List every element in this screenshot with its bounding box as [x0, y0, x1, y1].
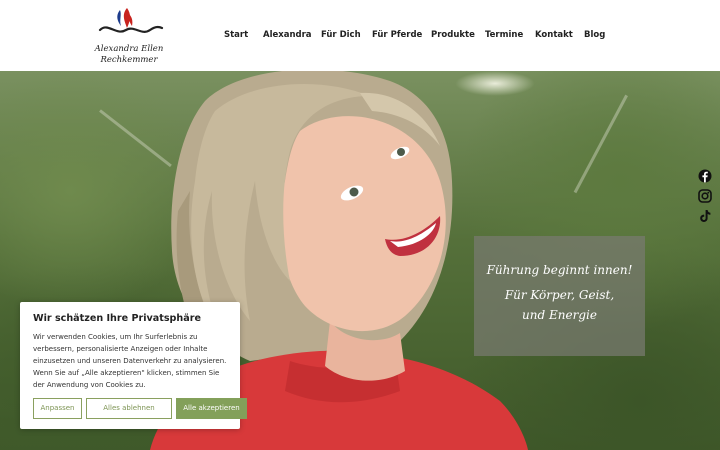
nav-item-start[interactable]: Start: [224, 27, 248, 43]
tagline-line2: Für Körper, Geist,: [504, 288, 615, 302]
cookie-title: Wir schätzen Ihre Privatsphäre: [33, 313, 201, 324]
tagline-line3: und Energie: [522, 308, 597, 322]
main-nav: Start Alexandra Für Dich Für Pferde Prod…: [0, 27, 720, 45]
nav-item-fuer-dich[interactable]: Für Dich: [321, 27, 361, 43]
nav-item-fuer-pferde[interactable]: Für Pferde: [372, 27, 422, 43]
facebook-icon[interactable]: [698, 168, 712, 183]
tagline-box: Führung beginnt innen! Für Körper, Geist…: [474, 236, 645, 356]
nav-item-termine[interactable]: Termine: [485, 27, 523, 43]
nav-item-kontakt[interactable]: Kontakt: [535, 27, 573, 43]
instagram-icon[interactable]: [698, 188, 712, 203]
cookie-consent-dialog: Wir schätzen Ihre Privatsphäre Wir verwe…: [20, 302, 247, 429]
tiktok-icon[interactable]: [698, 208, 712, 222]
logo-name-line1: Alexandra Ellen: [94, 44, 164, 54]
tagline-line1: Führung beginnt innen!: [486, 263, 633, 277]
nav-item-blog[interactable]: Blog: [584, 27, 605, 43]
logo-name-line2: Rechkemmer: [100, 55, 158, 65]
cookie-description: Wir verwenden Cookies, um Ihr Surferlebn…: [33, 333, 227, 389]
nav-item-produkte[interactable]: Produkte: [431, 27, 475, 43]
customize-cookies-button[interactable]: Anpassen: [33, 398, 82, 419]
reject-all-cookies-button[interactable]: Alles ablehnen: [86, 398, 172, 419]
nav-item-alexandra[interactable]: Alexandra: [263, 27, 312, 43]
site-header: Alexandra Ellen Rechkemmer Start Alexand…: [0, 0, 720, 71]
accept-all-cookies-button[interactable]: Alle akzeptieren: [176, 398, 247, 419]
